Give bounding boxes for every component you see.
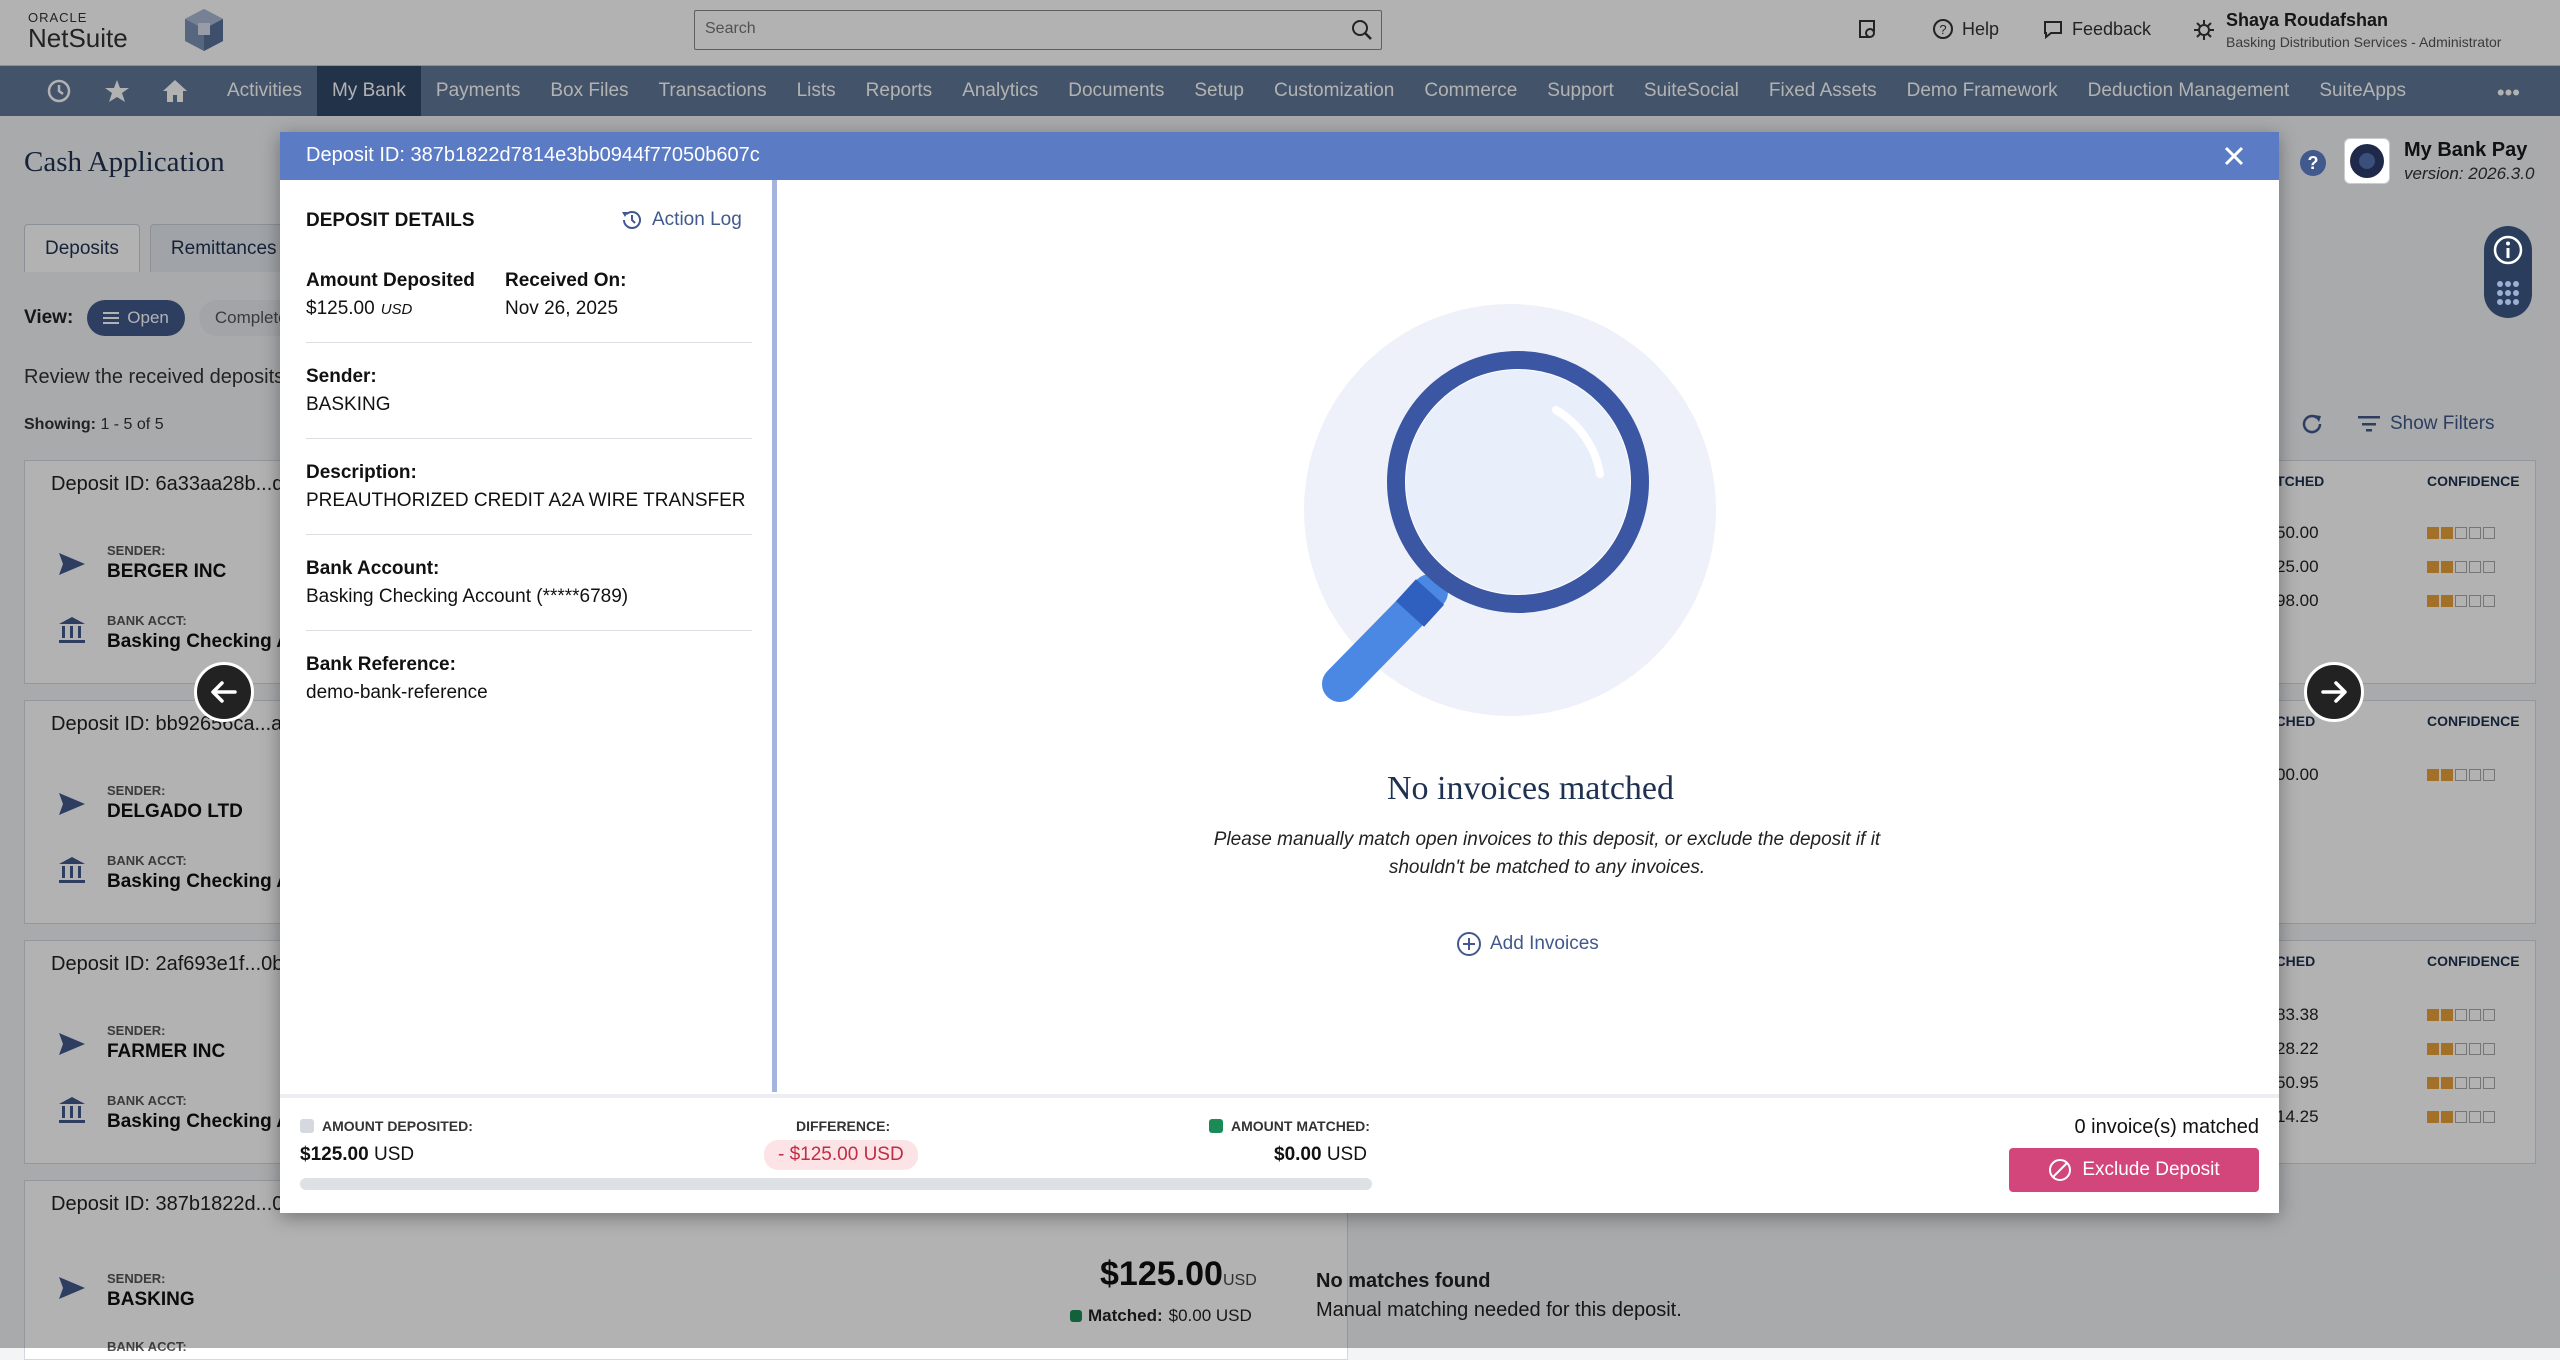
empty-state-message: Please manually match open invoices to t… [1213, 829, 1881, 878]
my-bank-logo-icon [2350, 144, 2384, 178]
amount-deposited-footer-value: $125.00 [300, 1144, 369, 1165]
deposit-modal: Deposit ID: 387b1822d7814e3bb0944f77050b… [280, 132, 2279, 1213]
difference-label: DIFFERENCE: [796, 1118, 891, 1134]
amount-deposited-summary: $125.00 USD [300, 1144, 414, 1166]
sender-field: Sender: BASKING [306, 366, 390, 416]
amount-deposited-footer-currency: USD [373, 1144, 415, 1165]
amount-matched-footer-label: AMOUNT MATCHED: [1231, 1118, 1370, 1134]
empty-state-title: No invoices matched [1386, 770, 1675, 807]
divider [306, 342, 752, 343]
info-icon[interactable] [2492, 234, 2524, 266]
amount-deposited-label: Amount Deposited [306, 270, 475, 291]
received-on-value: Nov 26, 2025 [505, 298, 619, 319]
amount-deposited-footer-label: AMOUNT DEPOSITED: [322, 1118, 473, 1134]
sender-value: BASKING [306, 394, 391, 415]
my-bank-pay-badge: My Bank Pay version: 2026.3.0 [2344, 138, 2534, 184]
deposit-details-panel: DEPOSIT DETAILS Action Log Amount Deposi… [280, 180, 777, 1092]
previous-deposit-button[interactable] [194, 662, 254, 722]
divider [306, 630, 752, 631]
block-icon [2049, 1159, 2072, 1181]
sender-label: Sender: [306, 366, 377, 387]
exclude-deposit-button[interactable]: Exclude Deposit [2009, 1148, 2259, 1192]
amount-deposited-value: $125.00 [306, 298, 375, 319]
action-log-label: Action Log [652, 209, 742, 230]
amount-matched-summary: $0.00 USD [1274, 1144, 1367, 1166]
difference-value: - $125.00 USD [764, 1140, 918, 1170]
close-button[interactable] [2219, 141, 2249, 171]
bank-reference-field: Bank Reference: demo-bank-reference [306, 654, 488, 704]
page-help-icon[interactable]: ? [2300, 150, 2326, 176]
amount-matched-summary-label: AMOUNT MATCHED: [1209, 1118, 1370, 1134]
bank-account-label: Bank Account: [306, 558, 440, 579]
matched-count: 0 invoice(s) matched [2074, 1116, 2259, 1138]
exclude-deposit-label: Exclude Deposit [2082, 1159, 2220, 1180]
amount-deposited-currency: USD [380, 301, 413, 318]
close-icon [2224, 146, 2244, 166]
amount-deposited-summary-label: AMOUNT DEPOSITED: [300, 1118, 473, 1134]
action-log-button[interactable]: Action Log [620, 208, 742, 232]
arrow-right-icon [2321, 681, 2347, 703]
assistant-fab[interactable] [2484, 226, 2532, 318]
match-progress-bar [300, 1178, 1372, 1190]
description-value: PREAUTHORIZED CREDIT A2A WIRE TRANSFER [306, 490, 746, 511]
modal-title: Deposit ID: 387b1822d7814e3bb0944f77050b… [306, 144, 760, 166]
add-circle-icon [1457, 932, 1481, 956]
deposit-details-title: DEPOSIT DETAILS [306, 210, 475, 231]
divider [306, 534, 752, 535]
amount-matched-footer-currency: USD [1326, 1144, 1367, 1165]
deposited-legend-swatch [300, 1119, 314, 1133]
history-icon [622, 211, 641, 229]
add-invoices-button[interactable]: Add Invoices [1456, 931, 1599, 957]
bank-account-field: Bank Account: Basking Checking Account (… [306, 558, 628, 608]
add-invoices-label: Add Invoices [1490, 933, 1599, 954]
bank-reference-label: Bank Reference: [306, 654, 456, 675]
grid-icon[interactable] [2496, 280, 2520, 306]
my-bank-title: My Bank Pay [2404, 138, 2528, 161]
arrow-left-icon [211, 681, 237, 703]
description-label: Description: [306, 462, 417, 483]
bank-reference-value: demo-bank-reference [306, 682, 488, 703]
my-bank-version: version: 2026.3.0 [2404, 163, 2535, 183]
bank-account-value: Basking Checking Account (*****6789) [306, 586, 629, 607]
matched-legend-swatch [1209, 1119, 1223, 1133]
modal-footer: AMOUNT DEPOSITED: $125.00 USD DIFFERENCE… [280, 1094, 2279, 1213]
invoice-match-panel: No invoices matched Please manually matc… [782, 180, 2279, 1092]
amount-deposited-field: Amount Deposited $125.00 USD [306, 270, 475, 320]
received-on-field: Received On: Nov 26, 2025 [505, 270, 626, 320]
next-deposit-button[interactable] [2304, 662, 2364, 722]
description-field: Description: PREAUTHORIZED CREDIT A2A WI… [306, 462, 746, 512]
divider [306, 438, 752, 439]
magnifier-icon [1304, 304, 1716, 716]
modal-header: Deposit ID: 387b1822d7814e3bb0944f77050b… [280, 132, 2279, 180]
amount-matched-footer-value: $0.00 [1274, 1144, 1322, 1165]
my-bank-logo [2344, 138, 2390, 184]
received-on-label: Received On: [505, 270, 627, 291]
